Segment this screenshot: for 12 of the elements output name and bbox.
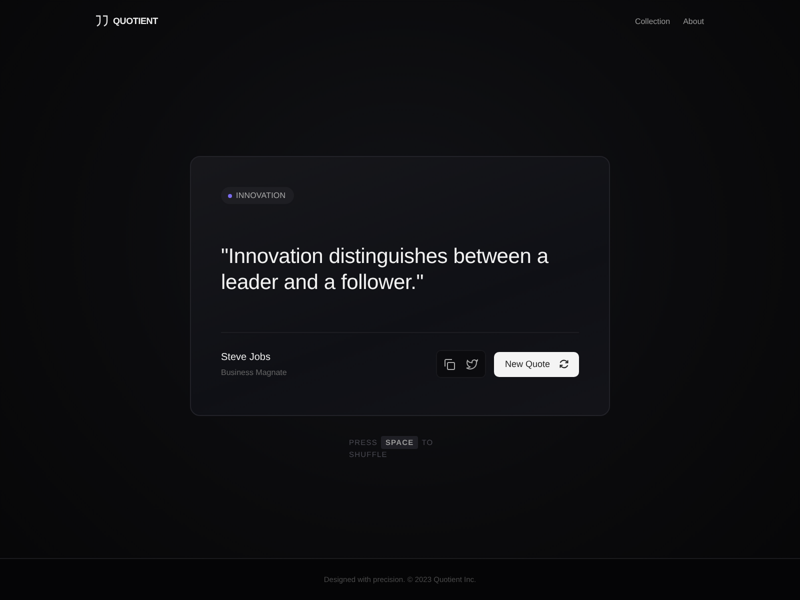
author-role: Business Magnate (221, 368, 287, 376)
tag-label: INNOVATION (236, 191, 286, 200)
nav-link[interactable]: About (683, 16, 704, 26)
bird-icon (466, 358, 478, 370)
refresh-icon (559, 359, 569, 369)
quote-marks-icon (95, 15, 108, 27)
author-name: Steve Jobs (221, 352, 272, 362)
nav-link[interactable]: Collection (634, 16, 670, 26)
quote-text: "Innovation distinguishes between a leader and a follower." (221, 244, 579, 333)
logo-text[interactable]: QUOTIENT (113, 16, 158, 26)
copy-icon (444, 358, 456, 370)
new-quote-button[interactable]: New Quote (494, 352, 579, 376)
